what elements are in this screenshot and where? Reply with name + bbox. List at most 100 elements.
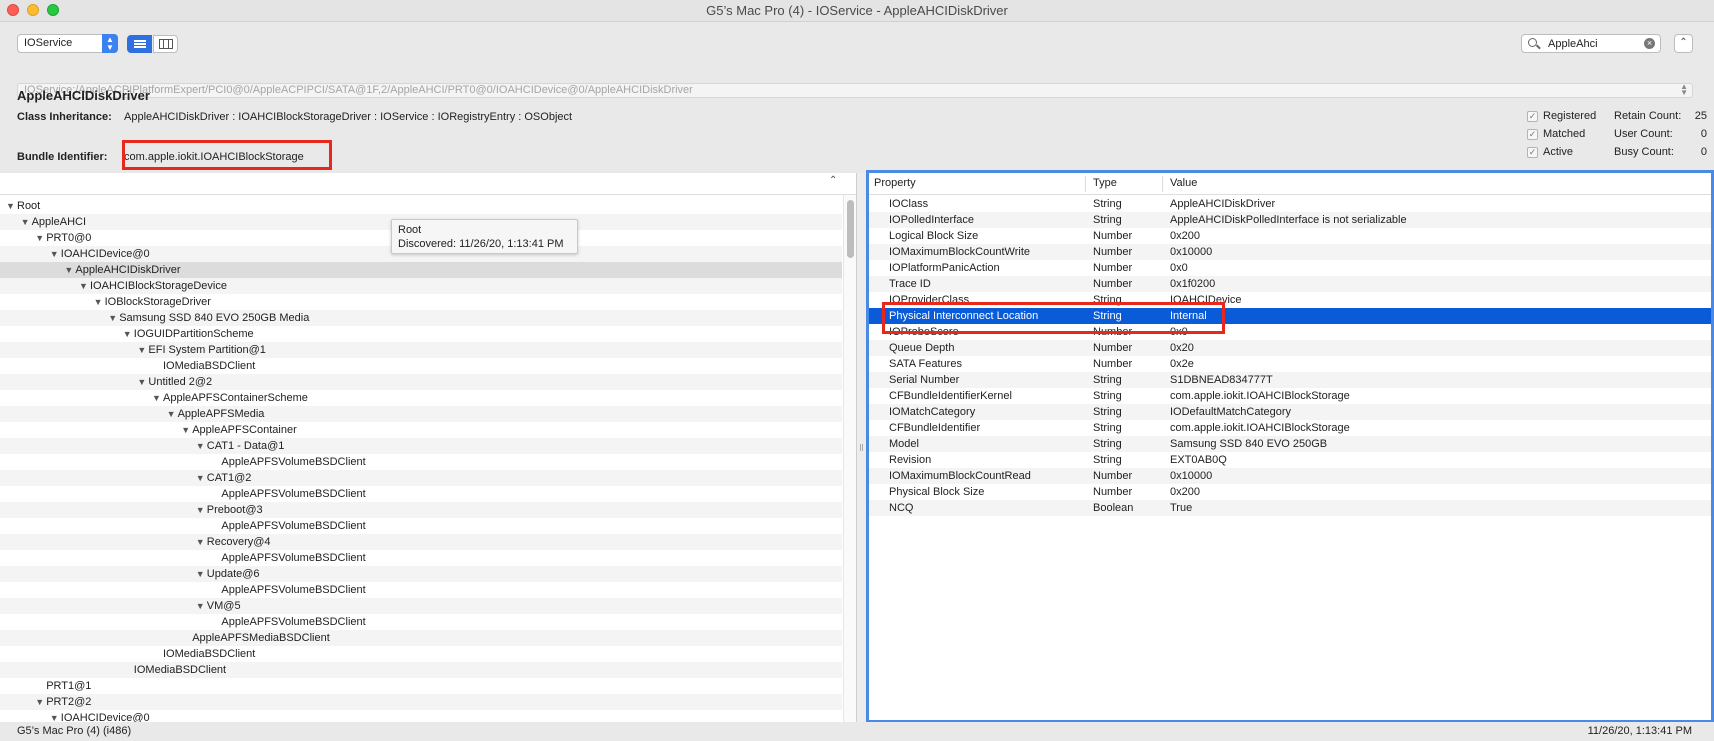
tree-node[interactable]: AppleAPFSVolumeBSDClient bbox=[0, 582, 842, 598]
disclosure-triangle-icon[interactable]: ▼ bbox=[152, 390, 161, 406]
property-row[interactable]: IOPolledInterface String AppleAHCIDiskPoll… bbox=[869, 212, 1711, 228]
tree-scrollbar[interactable] bbox=[843, 195, 856, 722]
tree-node-label: IOMediaBSDClient bbox=[163, 360, 256, 372]
tree-node[interactable]: ▼ Samsung SSD 840 EVO 250GB Media bbox=[0, 310, 842, 326]
tree-node[interactable]: ▼ Untitled 2@2 bbox=[0, 374, 842, 390]
disclosure-triangle-icon[interactable]: ▼ bbox=[137, 374, 146, 390]
property-row[interactable]: IOMaximumBlockCountRead Number 0x10000 bbox=[869, 468, 1711, 484]
plane-select[interactable]: IOService ▲ ▼ bbox=[17, 34, 118, 53]
scrollbar-thumb[interactable] bbox=[847, 200, 854, 258]
disclosure-triangle-icon[interactable]: ▼ bbox=[196, 598, 205, 614]
tree-node[interactable]: AppleAPFSVolumeBSDClient bbox=[0, 486, 842, 502]
property-row[interactable]: IOProviderClass String IOAHCIDevice bbox=[869, 292, 1711, 308]
tree-node[interactable]: ▼ IOAHCIBlockStorageDevice bbox=[0, 278, 842, 294]
disclosure-triangle-icon[interactable]: ▼ bbox=[196, 502, 205, 518]
property-row[interactable]: Model String Samsung SSD 840 EVO 250GB bbox=[869, 436, 1711, 452]
tree-node[interactable]: ▼ AppleAPFSContainer bbox=[0, 422, 842, 438]
property-row[interactable]: IOMaximumBlockCountWrite Number 0x10000 bbox=[869, 244, 1711, 260]
tree-node[interactable]: IOMediaBSDClient bbox=[0, 646, 842, 662]
property-row[interactable]: IOClass String AppleAHCIDiskDriver bbox=[869, 196, 1711, 212]
disclosure-triangle-icon[interactable]: ▼ bbox=[79, 278, 88, 294]
splitter-handle[interactable] bbox=[860, 444, 863, 451]
property-row[interactable]: Queue Depth Number 0x20 bbox=[869, 340, 1711, 356]
tree-node[interactable]: ▼ IOBlockStorageDriver bbox=[0, 294, 842, 310]
search-input[interactable] bbox=[1548, 36, 1638, 51]
property-value: 0x0 bbox=[1170, 262, 1188, 274]
disclosure-triangle-icon[interactable]: ▼ bbox=[35, 230, 44, 246]
disclosure-triangle-icon[interactable]: ▼ bbox=[108, 310, 117, 326]
tree-node[interactable]: AppleAPFSVolumeBSDClient bbox=[0, 518, 842, 534]
tree-node[interactable]: ▼ CAT1@2 bbox=[0, 470, 842, 486]
tree-node[interactable]: ▼ Recovery@4 bbox=[0, 534, 842, 550]
disclosure-triangle-icon[interactable]: ▼ bbox=[196, 534, 205, 550]
property-row[interactable]: NCQ Boolean True bbox=[869, 500, 1711, 516]
tree-node[interactable]: ▼ VM@5 bbox=[0, 598, 842, 614]
column-view-button[interactable] bbox=[153, 35, 178, 53]
tree-node[interactable]: IOMediaBSDClient bbox=[0, 358, 842, 374]
registry-tree-pane[interactable]: ⌃ ▼ Root ▼ AppleAHCI ▼ PRT0@0 ▼ IOAHCIDevice@0 ▼… bbox=[0, 173, 857, 722]
active-checkbox: ✓ bbox=[1527, 147, 1538, 158]
column-header-value[interactable]: Value bbox=[1170, 177, 1197, 189]
tree-node[interactable]: ▼ CAT1 - Data@1 bbox=[0, 438, 842, 454]
disclosure-triangle-icon[interactable]: ▼ bbox=[6, 198, 15, 214]
disclosure-triangle-icon[interactable]: ▼ bbox=[50, 710, 59, 722]
search-icon bbox=[1528, 38, 1537, 47]
property-row[interactable]: Physical Block Size Number 0x200 bbox=[869, 484, 1711, 500]
disclosure-triangle-icon[interactable]: ▼ bbox=[35, 694, 44, 710]
property-row[interactable]: IOPlatformPanicAction Number 0x0 bbox=[869, 260, 1711, 276]
tooltip-title: Root bbox=[398, 224, 422, 236]
column-header-type[interactable]: Type bbox=[1093, 177, 1117, 189]
disclosure-triangle-icon[interactable]: ▼ bbox=[64, 262, 73, 278]
properties-pane[interactable]: Property Type Value IOClass String AppleAH… bbox=[866, 170, 1714, 723]
property-row[interactable]: IOMatchCategory String IODefaultMatchCateg… bbox=[869, 404, 1711, 420]
disclosure-triangle-icon[interactable]: ▼ bbox=[196, 470, 205, 486]
chevron-up-button[interactable]: ⌃ bbox=[1674, 34, 1693, 53]
pane-splitter[interactable] bbox=[857, 173, 866, 722]
chevron-up-icon[interactable]: ⌃ bbox=[829, 175, 837, 186]
tree-node[interactable]: ▼ PRT2@2 bbox=[0, 694, 842, 710]
tooltip-discovered: Discovered: 11/26/20, 1:13:41 PM bbox=[398, 238, 564, 250]
tree-node[interactable]: PRT1@1 bbox=[0, 678, 842, 694]
property-row[interactable]: Physical Interconnect Location String Inte… bbox=[869, 308, 1711, 324]
property-row[interactable]: Logical Block Size Number 0x200 bbox=[869, 228, 1711, 244]
property-name: Serial Number bbox=[889, 374, 960, 386]
property-row[interactable]: Revision String EXT0AB0Q bbox=[869, 452, 1711, 468]
disclosure-triangle-icon[interactable]: ▼ bbox=[181, 422, 190, 438]
property-row[interactable]: Trace ID Number 0x1f0200 bbox=[869, 276, 1711, 292]
list-view-button[interactable] bbox=[127, 35, 152, 53]
tree-node[interactable]: ▼ IOAHCIDevice@0 bbox=[0, 710, 842, 722]
tree-node[interactable]: ▼ AppleAPFSContainerScheme bbox=[0, 390, 842, 406]
search-field[interactable]: × bbox=[1521, 34, 1661, 53]
tree-node[interactable]: ▼ AppleAHCIDiskDriver bbox=[0, 262, 842, 278]
tree-node[interactable]: AppleAPFSVolumeBSDClient bbox=[0, 454, 842, 470]
tree-node[interactable]: ▼ IOGUIDPartitionScheme bbox=[0, 326, 842, 342]
property-row[interactable]: SATA Features Number 0x2e bbox=[869, 356, 1711, 372]
clear-search-icon[interactable]: × bbox=[1644, 38, 1655, 49]
property-row[interactable]: IOProbeScore Number 0x0 bbox=[869, 324, 1711, 340]
tree-node[interactable]: AppleAPFSVolumeBSDClient bbox=[0, 550, 842, 566]
disclosure-triangle-icon[interactable]: ▼ bbox=[94, 294, 103, 310]
tree-node[interactable]: ▼ EFI System Partition@1 bbox=[0, 342, 842, 358]
tree-node[interactable]: ▼ Preboot@3 bbox=[0, 502, 842, 518]
disclosure-triangle-icon[interactable]: ▼ bbox=[196, 438, 205, 454]
disclosure-triangle-icon[interactable]: ▼ bbox=[21, 214, 30, 230]
tree-node[interactable]: AppleAPFSVolumeBSDClient bbox=[0, 614, 842, 630]
disclosure-triangle-icon[interactable]: ▼ bbox=[167, 406, 176, 422]
tree-node[interactable]: IOMediaBSDClient bbox=[0, 662, 842, 678]
column-divider[interactable] bbox=[1162, 176, 1163, 192]
property-row[interactable]: CFBundleIdentifier String com.apple.iokit.… bbox=[869, 420, 1711, 436]
column-divider[interactable] bbox=[1085, 176, 1086, 192]
tree-node[interactable]: ▼ Root bbox=[0, 198, 842, 214]
tree-node[interactable]: ▼ Update@6 bbox=[0, 566, 842, 582]
tree-node[interactable]: ▼ AppleAPFSMedia bbox=[0, 406, 842, 422]
busy-count-label: Busy Count: bbox=[1614, 146, 1674, 158]
tree-node[interactable]: AppleAPFSMediaBSDClient bbox=[0, 630, 842, 646]
property-row[interactable]: CFBundleIdentifierKernel String com.apple.… bbox=[869, 388, 1711, 404]
property-type: String bbox=[1093, 214, 1122, 226]
column-header-property[interactable]: Property bbox=[874, 177, 916, 189]
property-row[interactable]: Serial Number String S1DBNEAD834777T bbox=[869, 372, 1711, 388]
disclosure-triangle-icon[interactable]: ▼ bbox=[50, 246, 59, 262]
disclosure-triangle-icon[interactable]: ▼ bbox=[196, 566, 205, 582]
disclosure-triangle-icon[interactable]: ▼ bbox=[123, 326, 132, 342]
disclosure-triangle-icon[interactable]: ▼ bbox=[137, 342, 146, 358]
